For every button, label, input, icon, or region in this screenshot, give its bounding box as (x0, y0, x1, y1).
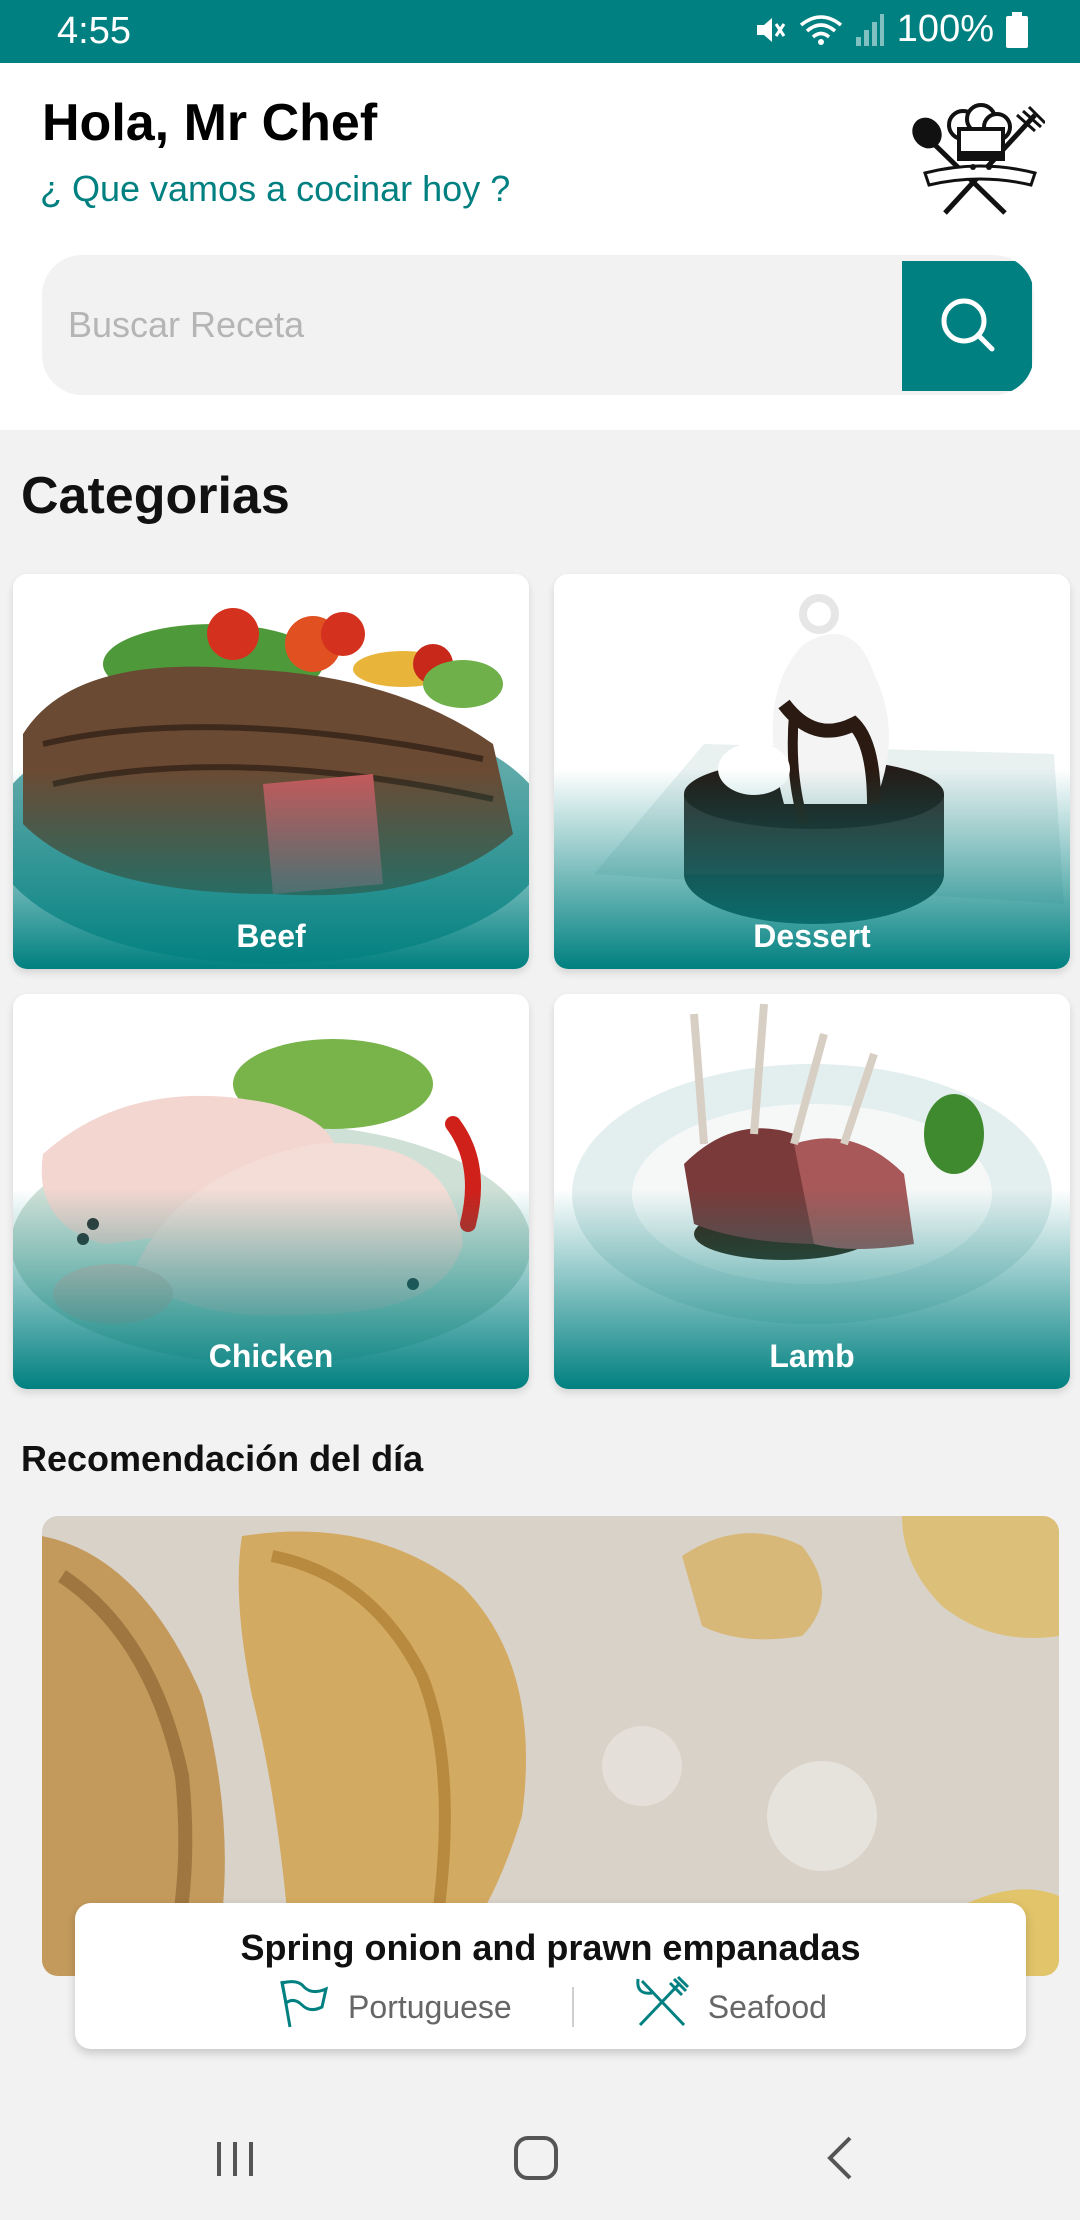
recipe-category: Seafood (634, 1975, 827, 2039)
recipe-area: Portuguese (274, 1977, 512, 2037)
battery-icon (1006, 11, 1028, 48)
categories-title: Categorias (21, 467, 290, 525)
search-input[interactable] (42, 255, 902, 395)
recipe-name: Spring onion and prawn empanadas (240, 1927, 861, 1968)
flag-icon (274, 1977, 330, 2037)
system-navbar (0, 2080, 1080, 2220)
wifi-icon (799, 13, 843, 47)
recent-apps-button[interactable] (195, 2120, 275, 2200)
search-button[interactable] (902, 261, 1032, 391)
category-card-lamb[interactable]: Lamb (554, 994, 1070, 1389)
search-icon (937, 294, 997, 359)
recommendation-card[interactable]: Spring onion and prawn empanadas Portugu… (75, 1903, 1026, 2049)
category-label: Chicken (208, 1338, 334, 1374)
category-label: Lamb (769, 1338, 855, 1374)
greeting-title: Hola, Mr Chef (42, 94, 378, 152)
recent-apps-icon (213, 2136, 257, 2185)
recipe-category-label: Seafood (707, 1988, 827, 2025)
status-bar: 4:55 100% (0, 0, 1080, 63)
status-icons: 100% (753, 8, 1028, 51)
category-card-chicken[interactable]: Chicken (13, 994, 529, 1389)
category-label: Dessert (753, 918, 871, 954)
category-card-beef[interactable]: Beef (13, 574, 529, 969)
signal-icon (855, 13, 885, 47)
recipe-meta: Portuguese Seafood (75, 1975, 1026, 2039)
battery-text: 100% (896, 8, 994, 50)
back-icon (820, 2134, 860, 2187)
category-label: Beef (236, 918, 306, 954)
cutlery-icon (634, 1975, 690, 2039)
search-bar (42, 255, 1034, 395)
status-time: 4:55 (57, 10, 131, 52)
category-card-dessert[interactable]: Dessert (554, 574, 1070, 969)
header: Hola, Mr Chef ¿ Que vamos a cocinar hoy … (0, 63, 1080, 430)
home-icon (512, 2134, 560, 2187)
recipe-area-label: Portuguese (348, 1988, 512, 2025)
meta-divider (571, 1987, 574, 2027)
back-button[interactable] (800, 2120, 880, 2200)
chef-hat-logo (905, 103, 1047, 223)
greeting-subtitle: ¿ Que vamos a cocinar hoy ? (40, 168, 511, 209)
home-button[interactable] (496, 2120, 576, 2200)
mute-icon (753, 13, 787, 47)
recommendation-title: Recomendación del día (21, 1438, 424, 1479)
